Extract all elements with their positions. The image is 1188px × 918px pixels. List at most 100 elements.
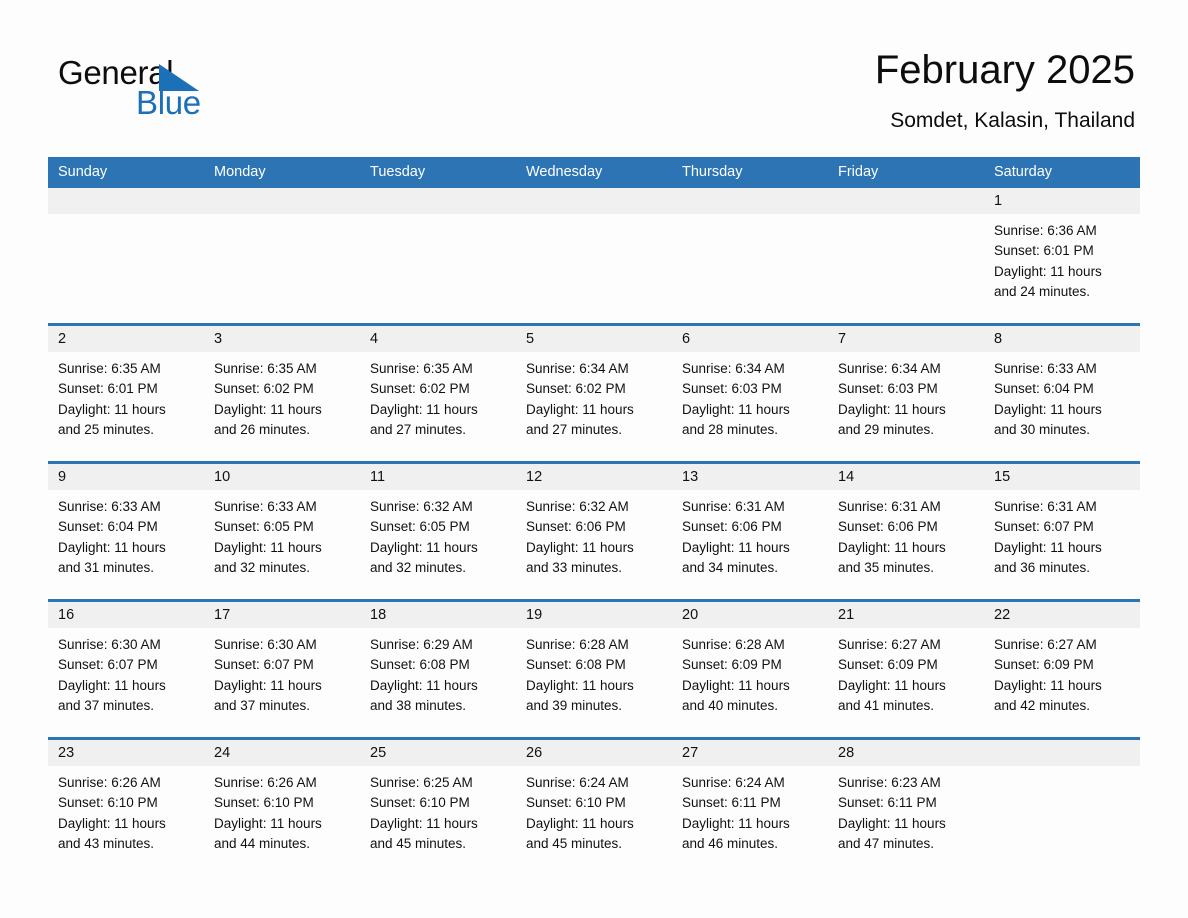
daylight-text-line2: and 25 minutes. (58, 421, 155, 437)
calendar-day-cell[interactable]: 11 Sunrise: 6:32 AM Sunset: 6:05 PM Dayligh… (360, 464, 516, 599)
daylight-text-line1: Daylight: 11 hours (838, 539, 946, 555)
day-number-strip: 17 (204, 602, 360, 628)
calendar-day-cell[interactable]: 7 Sunrise: 6:34 AM Sunset: 6:03 PM Daylight… (828, 326, 984, 461)
sunrise-text: Sunrise: 6:32 AM (526, 499, 629, 514)
daylight-text-line1: Daylight: 11 hours (58, 401, 166, 417)
calendar-day-cell[interactable]: 20 Sunrise: 6:28 AM Sunset: 6:09 PM Dayligh… (672, 602, 828, 737)
day-details (360, 214, 516, 323)
day-number-strip: 28 (828, 740, 984, 766)
sunset-text: Sunset: 6:08 PM (526, 657, 626, 673)
day-number-strip: 4 (360, 326, 516, 352)
sunrise-text: Sunrise: 6:28 AM (526, 637, 629, 652)
calendar-day-cell[interactable]: 12 Sunrise: 6:32 AM Sunset: 6:06 PM Dayligh… (516, 464, 672, 599)
day-number: 13 (682, 469, 699, 485)
day-details: Sunrise: 6:34 AM Sunset: 6:03 PM Daylight:… (672, 352, 828, 461)
calendar-day-cell[interactable]: 21 Sunrise: 6:27 AM Sunset: 6:09 PM Dayligh… (828, 602, 984, 737)
day-number: 25 (370, 745, 387, 761)
calendar-day-cell[interactable]: 4 Sunrise: 6:35 AM Sunset: 6:02 PM Daylight… (360, 326, 516, 461)
calendar-day-cell[interactable]: 9 Sunrise: 6:33 AM Sunset: 6:04 PM Daylight… (48, 464, 204, 599)
day-number-strip: 20 (672, 602, 828, 628)
day-number-strip: 6 (672, 326, 828, 352)
day-number: 7 (838, 331, 847, 347)
sunrise-text: Sunrise: 6:33 AM (214, 499, 317, 514)
calendar-day-cell[interactable]: 22 Sunrise: 6:27 AM Sunset: 6:09 PM Dayligh… (984, 602, 1140, 737)
day-number-strip: 10 (204, 464, 360, 490)
day-number-strip: 27 (672, 740, 828, 766)
calendar-day-cell[interactable]: 1 Sunrise: 6:36 AM Sunset: 6:01 PM Daylight… (984, 188, 1140, 323)
day-details: Sunrise: 6:32 AM Sunset: 6:06 PM Daylight:… (516, 490, 672, 599)
day-details: Sunrise: 6:31 AM Sunset: 6:06 PM Daylight:… (672, 490, 828, 599)
calendar-day-cell[interactable]: 27 Sunrise: 6:24 AM Sunset: 6:11 PM Dayligh… (672, 740, 828, 875)
daylight-text-line1: Daylight: 11 hours (370, 401, 478, 417)
calendar-day-cell[interactable]: 24 Sunrise: 6:26 AM Sunset: 6:10 PM Dayligh… (204, 740, 360, 875)
calendar-day-cell[interactable]: 3 Sunrise: 6:35 AM Sunset: 6:02 PM Daylight… (204, 326, 360, 461)
calendar-day-cell[interactable]: 10 Sunrise: 6:33 AM Sunset: 6:05 PM Dayligh… (204, 464, 360, 599)
sunset-text: Sunset: 6:10 PM (526, 795, 626, 811)
day-details: Sunrise: 6:33 AM Sunset: 6:04 PM Daylight:… (984, 352, 1140, 461)
day-details: Sunrise: 6:32 AM Sunset: 6:05 PM Daylight:… (360, 490, 516, 599)
weekday-header-row: Sunday Monday Tuesday Wednesday Thursday… (48, 157, 1140, 188)
calendar-day-cell[interactable]: 17 Sunrise: 6:30 AM Sunset: 6:07 PM Dayligh… (204, 602, 360, 737)
calendar-day-cell[interactable]: 5 Sunrise: 6:34 AM Sunset: 6:02 PM Daylight… (516, 326, 672, 461)
day-number: 15 (994, 469, 1011, 485)
weekday-sunday: Sunday (58, 164, 108, 180)
daylight-text-line2: and 45 minutes. (370, 835, 467, 851)
calendar-day-cell[interactable]: 16 Sunrise: 6:30 AM Sunset: 6:07 PM Dayligh… (48, 602, 204, 737)
sunset-text: Sunset: 6:02 PM (370, 381, 470, 397)
day-details (984, 766, 1140, 875)
sunset-text: Sunset: 6:06 PM (838, 519, 938, 535)
day-number-strip: 14 (828, 464, 984, 490)
day-number-strip: 21 (828, 602, 984, 628)
calendar-day-cell[interactable]: 28 Sunrise: 6:23 AM Sunset: 6:11 PM Dayligh… (828, 740, 984, 875)
page-title: February 2025 (874, 48, 1135, 92)
day-number: 1 (994, 193, 1003, 209)
calendar-day-cell[interactable]: 26 Sunrise: 6:24 AM Sunset: 6:10 PM Dayligh… (516, 740, 672, 875)
sunrise-text: Sunrise: 6:27 AM (994, 637, 1097, 652)
daylight-text-line2: and 47 minutes. (838, 835, 935, 851)
day-number-strip: 22 (984, 602, 1140, 628)
day-number-strip: 16 (48, 602, 204, 628)
day-number: 9 (58, 469, 67, 485)
calendar-day-cell[interactable]: 2 Sunrise: 6:35 AM Sunset: 6:01 PM Daylight… (48, 326, 204, 461)
sunrise-text: Sunrise: 6:35 AM (58, 361, 161, 376)
day-number: 5 (526, 331, 535, 347)
calendar-day-cell[interactable]: 8 Sunrise: 6:33 AM Sunset: 6:04 PM Daylight… (984, 326, 1140, 461)
sunset-text: Sunset: 6:03 PM (838, 381, 938, 397)
sunrise-text: Sunrise: 6:30 AM (214, 637, 317, 652)
calendar-day-cell[interactable]: 14 Sunrise: 6:31 AM Sunset: 6:06 PM Dayligh… (828, 464, 984, 599)
calendar-day-cell[interactable]: 23 Sunrise: 6:26 AM Sunset: 6:10 PM Dayligh… (48, 740, 204, 875)
day-number-strip: 9 (48, 464, 204, 490)
day-details: Sunrise: 6:27 AM Sunset: 6:09 PM Daylight:… (828, 628, 984, 737)
sunrise-text: Sunrise: 6:35 AM (214, 361, 317, 376)
daylight-text-line1: Daylight: 11 hours (838, 401, 946, 417)
calendar-day-cell-empty (984, 740, 1140, 875)
sunset-text: Sunset: 6:07 PM (994, 519, 1094, 535)
calendar-day-cell[interactable]: 25 Sunrise: 6:25 AM Sunset: 6:10 PM Dayligh… (360, 740, 516, 875)
day-details: Sunrise: 6:35 AM Sunset: 6:02 PM Daylight:… (204, 352, 360, 461)
calendar-day-cell[interactable]: 15 Sunrise: 6:31 AM Sunset: 6:07 PM Dayligh… (984, 464, 1140, 599)
day-number-strip (48, 188, 204, 214)
calendar-day-cell[interactable]: 13 Sunrise: 6:31 AM Sunset: 6:06 PM Dayligh… (672, 464, 828, 599)
day-number-strip: 18 (360, 602, 516, 628)
day-details: Sunrise: 6:35 AM Sunset: 6:02 PM Daylight:… (360, 352, 516, 461)
weekday-saturday: Saturday (994, 164, 1053, 180)
daylight-text-line2: and 41 minutes. (838, 697, 935, 713)
day-details: Sunrise: 6:30 AM Sunset: 6:07 PM Daylight:… (48, 628, 204, 737)
sunrise-text: Sunrise: 6:32 AM (370, 499, 473, 514)
daylight-text-line2: and 29 minutes. (838, 421, 935, 437)
day-number: 21 (838, 607, 855, 623)
sunrise-text: Sunrise: 6:31 AM (682, 499, 785, 514)
sunrise-text: Sunrise: 6:25 AM (370, 775, 473, 790)
general-blue-logo[interactable]: General Blue (58, 54, 258, 128)
calendar-day-cell[interactable]: 6 Sunrise: 6:34 AM Sunset: 6:03 PM Daylight… (672, 326, 828, 461)
day-number-strip: 7 (828, 326, 984, 352)
calendar-week-row: 16 Sunrise: 6:30 AM Sunset: 6:07 PM Dayligh… (48, 599, 1140, 737)
daylight-text-line1: Daylight: 11 hours (682, 539, 790, 555)
calendar-day-cell[interactable]: 19 Sunrise: 6:28 AM Sunset: 6:08 PM Dayligh… (516, 602, 672, 737)
calendar-week-row: 9 Sunrise: 6:33 AM Sunset: 6:04 PM Daylight… (48, 461, 1140, 599)
day-number: 18 (370, 607, 387, 623)
sunset-text: Sunset: 6:07 PM (58, 657, 158, 673)
sunrise-text: Sunrise: 6:35 AM (370, 361, 473, 376)
calendar-day-cell[interactable]: 18 Sunrise: 6:29 AM Sunset: 6:08 PM Dayligh… (360, 602, 516, 737)
day-number: 6 (682, 331, 691, 347)
